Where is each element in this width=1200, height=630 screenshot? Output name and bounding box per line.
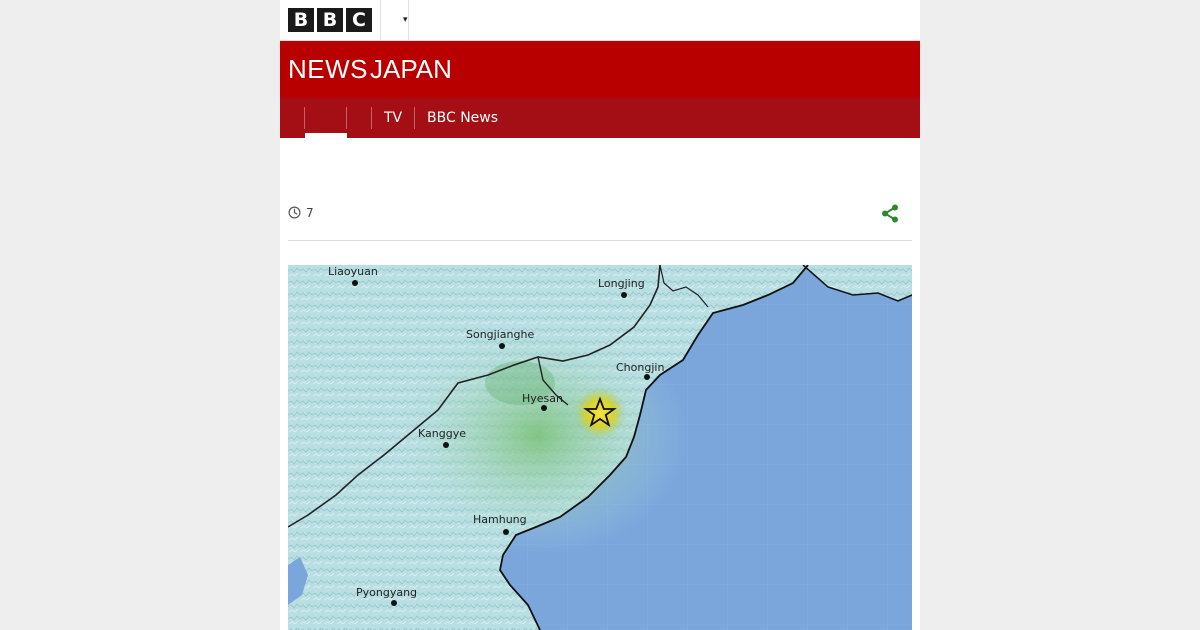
- bbc-logo-letter: C: [346, 8, 372, 32]
- article-page: B B C ▾ NEWSJAPAN TV BBC News 7 Liaoyuan…: [280, 0, 920, 630]
- map-label: Chongjin: [616, 361, 664, 374]
- city-marker: [503, 529, 509, 535]
- bbc-logo[interactable]: B B C: [288, 8, 372, 32]
- bbc-logo-letter: B: [317, 8, 343, 32]
- city-marker: [352, 280, 358, 286]
- clock-icon: [288, 206, 301, 219]
- epicenter-glow: [574, 387, 626, 439]
- nav-item-bbc-news[interactable]: BBC News: [415, 98, 505, 138]
- section-nav: TV BBC News: [280, 98, 920, 138]
- article-meta: 7: [288, 204, 912, 224]
- nav-item-label: BBC News: [427, 110, 499, 126]
- bbc-masthead: B B C ▾: [280, 0, 920, 41]
- city-marker: [443, 442, 449, 448]
- nav-item-tv[interactable]: TV: [372, 98, 414, 138]
- city-marker: [391, 600, 397, 606]
- map-label: Pyongyang: [356, 586, 417, 599]
- divider: [288, 240, 912, 241]
- nav-item-label: TV: [384, 110, 403, 126]
- city-marker: [621, 292, 627, 298]
- map-label: Longjing: [598, 277, 645, 290]
- city-marker: [499, 343, 505, 349]
- map-label: Liaoyuan: [328, 265, 378, 278]
- nav-item-section[interactable]: [347, 98, 371, 138]
- brand-title[interactable]: NEWSJAPAN: [288, 53, 452, 86]
- bbc-logo-letter: B: [288, 8, 314, 32]
- news-brand-banner: NEWSJAPAN: [280, 41, 920, 98]
- masthead-divider: [408, 0, 409, 40]
- brand-news: NEWS: [288, 54, 368, 84]
- earthquake-map-image: Liaoyuan Longjing Songjianghe Chongjin H…: [288, 265, 912, 630]
- chevron-down-icon[interactable]: ▾: [403, 15, 408, 25]
- nav-active-indicator: [305, 133, 347, 138]
- city-marker: [644, 374, 650, 380]
- article-timestamp: 7: [306, 206, 314, 220]
- map-label: Hyesan: [522, 392, 563, 405]
- nav-item-home[interactable]: [305, 98, 347, 138]
- map-label: Hamhung: [473, 513, 527, 526]
- city-marker: [541, 405, 547, 411]
- masthead-divider: [380, 0, 381, 40]
- share-icon[interactable]: [881, 204, 899, 223]
- brand-region: JAPAN: [370, 54, 452, 84]
- map-label: Songjianghe: [466, 328, 534, 341]
- map-label: Kanggye: [418, 427, 466, 440]
